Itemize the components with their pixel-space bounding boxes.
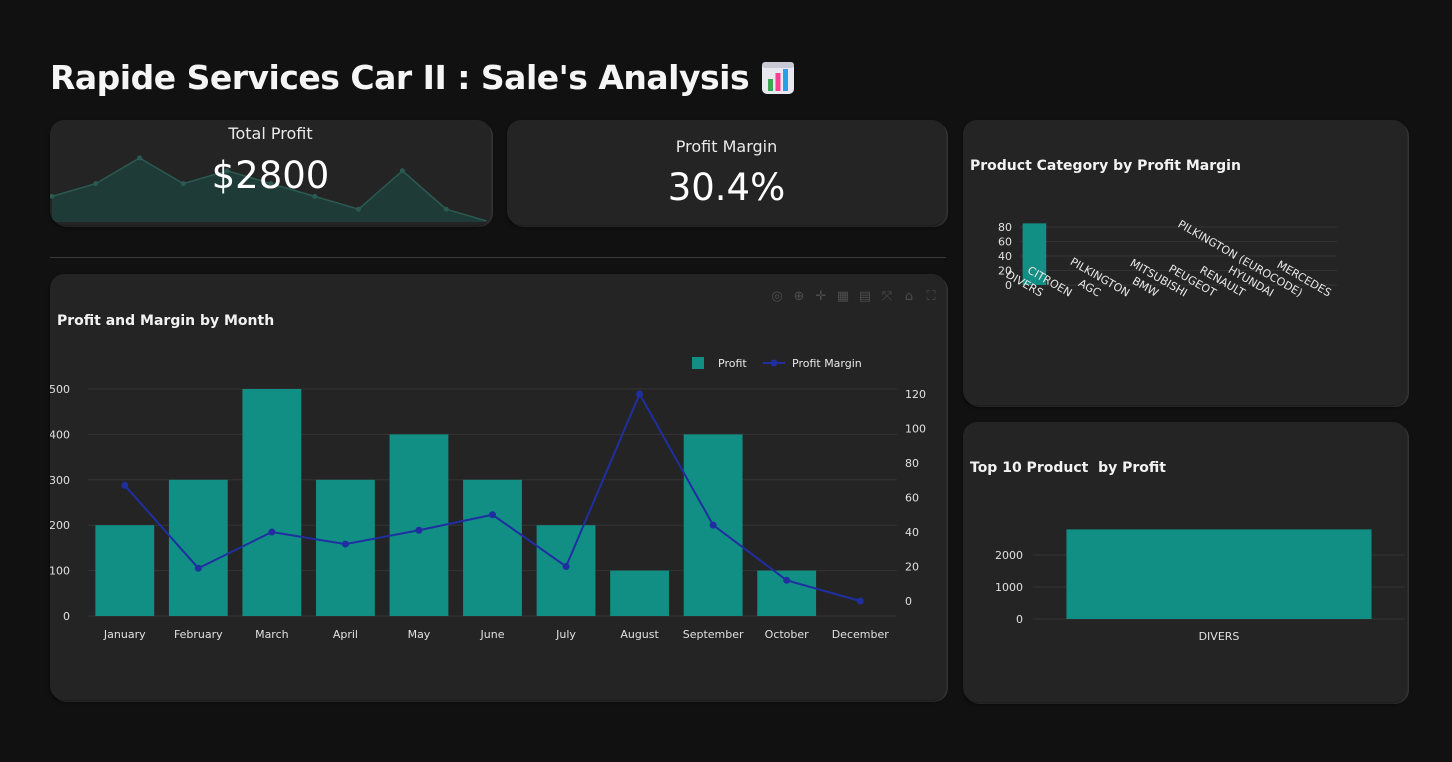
line-point — [636, 390, 644, 398]
x-tick-label: January — [103, 628, 146, 641]
x-tick-label: October — [765, 628, 809, 641]
y-tick-label: 0 — [63, 610, 70, 623]
x-tick-label: May — [408, 628, 431, 641]
line-point — [709, 521, 717, 529]
sparkline-point — [443, 206, 449, 212]
line-point — [783, 576, 791, 584]
kpi-card-profit-margin: Profit Margin 30.4% — [507, 120, 946, 225]
line-point — [341, 540, 349, 548]
line-point — [415, 526, 423, 534]
x-tick-label: July — [555, 628, 576, 641]
bar-profit — [242, 389, 302, 616]
y-tick-label: 1000 — [995, 581, 1023, 594]
top-products-chart[interactable]: 0 1000 2000 DIVERS — [963, 422, 1407, 702]
y2-tick-label: 100 — [905, 423, 926, 436]
line-point — [562, 563, 570, 570]
page-title: Rapide Services Car II : Sale's Analysis — [50, 58, 795, 97]
y-tick-label: 200 — [50, 519, 70, 532]
y2-tick-label: 80 — [905, 457, 919, 470]
x-tick-label: February — [174, 628, 223, 641]
legend-swatch-profit — [692, 357, 704, 369]
x-tick-label: DIVERS — [1199, 630, 1240, 643]
kpi-card-total-profit: Total Profit $2800 — [50, 120, 491, 225]
y-tick-label: 40 — [998, 250, 1012, 263]
y-tick-label: 60 — [998, 236, 1012, 249]
kpi-value-total-profit: $2800 — [211, 154, 330, 197]
bar-profit — [536, 525, 596, 616]
x-tick-label: December — [832, 628, 890, 641]
y2-tick-label: 120 — [905, 388, 926, 401]
legend-swatch-margin-point — [770, 359, 778, 367]
sparkline-point — [356, 206, 362, 212]
chart-card-category-margin: Product Category by Profit Margin 0 20 40 6… — [963, 120, 1407, 405]
bar-profit — [463, 479, 522, 616]
line-point — [268, 528, 276, 536]
bar-profit — [610, 570, 670, 616]
y-tick-label: 300 — [50, 474, 70, 487]
kpi-label-total-profit: Total Profit — [228, 124, 313, 143]
profit-by-month-chart[interactable]: 0 100 200 300 400 500 0 20 40 60 80 100 120 January Fe… — [50, 274, 946, 700]
bar-profit — [315, 479, 375, 616]
chart-card-profit-by-month: ◎ ⊕ ✛ ▦ ▤ ⤧ ⌂ ⛶ Profit and Margin by Month 0 100… — [50, 274, 946, 700]
y-tick-label: 400 — [50, 428, 70, 441]
y2-tick-label: 0 — [905, 595, 912, 608]
line-point — [121, 481, 129, 489]
x-tick-label: March — [255, 628, 289, 641]
line-point — [856, 597, 864, 605]
y-tick-label: 2000 — [995, 549, 1023, 562]
kpi-value-profit-margin: 30.4% — [667, 166, 786, 209]
page-title-text: Rapide Services Car II : Sale's Analysis — [50, 58, 750, 97]
y-tick-label: 100 — [50, 565, 70, 578]
y2-tick-label: 20 — [905, 561, 919, 574]
kpi-label-profit-margin: Profit Margin — [675, 137, 778, 156]
chart-card-top-products: Top 10 Product by Profit 0 1000 2000 DIVERS — [963, 422, 1407, 702]
bar-top-product — [1066, 529, 1372, 619]
category-margin-chart[interactable]: 020406080DIVERSCITROEN AGCPILKINGTONBMWMI… — [963, 120, 1407, 405]
x-tick-label: April — [333, 628, 358, 641]
sparkline-point — [487, 219, 491, 225]
x-tick-label: September — [683, 628, 744, 641]
line-point — [489, 511, 496, 519]
x-tick-label: June — [480, 628, 505, 641]
y-tick-label: 500 — [50, 383, 70, 396]
bar-chart-emoji-icon — [762, 61, 795, 94]
bar-profit — [168, 479, 228, 616]
y-tick-label: 80 — [998, 221, 1012, 234]
y-tick-label: 0 — [1016, 613, 1023, 626]
line-point — [194, 564, 202, 572]
legend-label-margin: Profit Margin — [792, 357, 862, 370]
y2-tick-label: 40 — [905, 526, 919, 539]
section-divider — [50, 257, 946, 258]
x-tick-label: August — [620, 628, 659, 641]
legend-label-profit: Profit — [718, 357, 747, 370]
bar-profit — [95, 525, 155, 616]
y2-tick-label: 60 — [905, 492, 919, 505]
